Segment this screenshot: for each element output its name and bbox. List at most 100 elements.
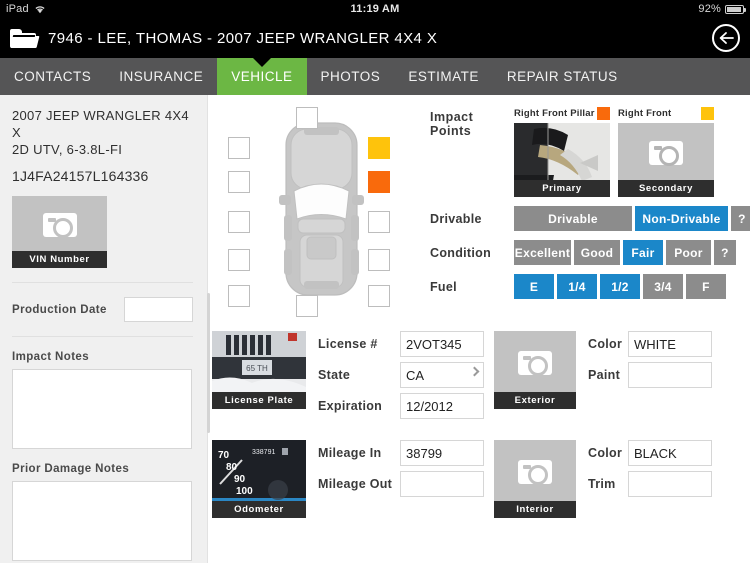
- sidebar-divider-1: [12, 282, 193, 283]
- impact-points-label: Impact Points: [430, 110, 474, 138]
- svg-text:70: 70: [218, 450, 230, 461]
- impact-checkbox-right-center[interactable]: [368, 211, 390, 233]
- fuel-row: Fuel E 1/4 1/2 3/4 F: [430, 274, 750, 299]
- license-field-label: Expiration: [318, 399, 383, 413]
- impact-card-swatch: [701, 107, 714, 120]
- interior-field-input[interactable]: [628, 471, 712, 497]
- impact-card-swatch: [597, 107, 610, 120]
- fuel-option-1-4[interactable]: 1/4: [557, 274, 597, 299]
- fuel-option-3-4[interactable]: 3/4: [643, 274, 683, 299]
- interior-field-row: Color: [588, 440, 712, 466]
- impact-card-caption: Secondary: [618, 180, 714, 197]
- tab-repair-status[interactable]: REPAIR STATUS: [493, 58, 632, 95]
- interior-thumbnail[interactable]: Interior: [494, 440, 576, 518]
- odometer-field-label: Mileage Out: [318, 477, 393, 491]
- impact-card-caption: Primary: [514, 180, 610, 197]
- production-date-label: Production Date: [12, 303, 107, 316]
- vehicle-line-1: 2007 JEEP WRANGLER 4X4 X: [12, 108, 189, 140]
- vehicle-sidebar: 2007 JEEP WRANGLER 4X4 X 2D UTV, 6-3.8L-…: [0, 95, 210, 563]
- fuel-option-e[interactable]: E: [514, 274, 554, 299]
- impact-checkbox-right-front[interactable]: [368, 137, 390, 159]
- impact-checkbox-left-front[interactable]: [228, 137, 250, 159]
- svg-text:338791: 338791: [252, 449, 275, 456]
- fuel-option-1-2[interactable]: 1/2: [600, 274, 640, 299]
- odometer-field-row: Mileage Out: [318, 471, 484, 497]
- impact-checkbox-left-front-pillar[interactable]: [228, 171, 250, 193]
- odometer-block: 708090100 338791 Pan Odometer Mileage In…: [212, 440, 750, 518]
- production-date-input[interactable]: [124, 297, 193, 322]
- drivable-option-[interactable]: ?: [731, 206, 750, 231]
- prior-damage-notes-input[interactable]: [12, 481, 192, 561]
- impact-checkbox-right-front-pillar[interactable]: [368, 171, 390, 193]
- exterior-field-input[interactable]: [628, 362, 712, 388]
- license-field-row: Expiration: [318, 393, 484, 419]
- impact-card-title: Right Front Pillar: [514, 108, 595, 119]
- impact-checkbox-right-rear[interactable]: [368, 285, 390, 307]
- sidebar-divider-2: [12, 336, 193, 337]
- interior-field-input[interactable]: [628, 440, 712, 466]
- impact-checkbox-rear-center[interactable]: [296, 295, 318, 317]
- exterior-fields: Color Paint: [588, 331, 712, 393]
- tab-vehicle[interactable]: VEHICLE: [217, 58, 307, 95]
- impact-card-thumbnail[interactable]: Primary: [514, 123, 610, 197]
- car-top-view-icon: [274, 119, 369, 299]
- exterior-field-input[interactable]: [628, 331, 712, 357]
- license-plate-caption: License Plate: [212, 392, 306, 409]
- odometer-fields: Mileage In Mileage Out: [318, 440, 484, 502]
- tab-photos[interactable]: PHOTOS: [307, 58, 395, 95]
- license-field-input[interactable]: [400, 331, 484, 357]
- exterior-field-label: Paint: [588, 368, 621, 382]
- battery-icon: [725, 4, 746, 14]
- vin-thumb-caption: VIN Number: [12, 251, 107, 268]
- impact-diagram: [226, 105, 426, 317]
- svg-text:90: 90: [234, 474, 246, 485]
- odometer-field-input[interactable]: [400, 471, 484, 497]
- license-field-input[interactable]: [400, 393, 484, 419]
- drivable-segmented-control: Drivable Non-Drivable?: [514, 206, 750, 231]
- vin-number-thumbnail[interactable]: VIN Number: [12, 196, 107, 268]
- interior-field-label: Trim: [588, 477, 616, 491]
- vehicle-description: 2007 JEEP WRANGLER 4X4 X 2D UTV, 6-3.8L-…: [12, 107, 193, 158]
- license-field-row: License #: [318, 331, 484, 357]
- fuel-option-f[interactable]: F: [686, 274, 726, 299]
- interior-fields: Color Trim: [588, 440, 712, 502]
- license-plate-thumbnail[interactable]: 65 TH License Plate: [212, 331, 306, 409]
- impact-checkbox-left-center[interactable]: [228, 211, 250, 233]
- impact-notes-input[interactable]: [12, 369, 192, 449]
- odometer-field-input[interactable]: [400, 440, 484, 466]
- odometer-thumbnail[interactable]: 708090100 338791 Pan Odometer: [212, 440, 306, 518]
- condition-option-poor[interactable]: Poor: [666, 240, 711, 265]
- tab-contacts[interactable]: CONTACTS: [0, 58, 105, 95]
- impact-card-thumbnail[interactable]: Secondary: [618, 123, 714, 197]
- condition-option-fair[interactable]: Fair: [623, 240, 663, 265]
- condition-option-good[interactable]: Good: [574, 240, 620, 265]
- impact-checkbox-left-rear-pillar[interactable]: [228, 249, 250, 271]
- exterior-field-row: Paint: [588, 362, 712, 388]
- license-field-input[interactable]: [400, 362, 484, 388]
- vin-value: 1J4FA24157L164336: [12, 168, 149, 184]
- fuel-label: Fuel: [430, 279, 457, 294]
- impact-notes-label: Impact Notes: [12, 351, 90, 363]
- exterior-thumbnail[interactable]: Exterior: [494, 331, 576, 409]
- impact-checkbox-front-center[interactable]: [296, 107, 318, 129]
- license-field-row: State: [318, 362, 484, 388]
- tab-estimate[interactable]: ESTIMATE: [394, 58, 493, 95]
- condition-option-excellent[interactable]: Excellent: [514, 240, 571, 265]
- license-plate-block: 65 TH License Plate License # State Expira…: [212, 331, 750, 424]
- odometer-field-row: Mileage In: [318, 440, 484, 466]
- impact-checkbox-right-rear-pillar[interactable]: [368, 249, 390, 271]
- condition-option-[interactable]: ?: [714, 240, 736, 265]
- tab-bar: CONTACTS INSURANCE VEHICLE PHOTOS ESTIMATE RE…: [0, 58, 750, 95]
- impact-card-secondary[interactable]: Right Front Secondary: [618, 107, 714, 197]
- condition-segmented-control: Excellent Good Fair Poor?: [514, 240, 736, 265]
- interior-field-row: Trim: [588, 471, 712, 497]
- drivable-option-non-drivable[interactable]: Non-Drivable: [635, 206, 728, 231]
- tab-insurance[interactable]: INSURANCE: [105, 58, 217, 95]
- back-arrow-icon[interactable]: [712, 24, 740, 52]
- drivable-option-drivable[interactable]: Drivable: [514, 206, 632, 231]
- svg-text:100: 100: [236, 486, 253, 497]
- impact-checkbox-left-rear[interactable]: [228, 285, 250, 307]
- battery-percent: 92%: [698, 3, 721, 15]
- detail-blocks: 65 TH License Plate License # State Expira…: [208, 331, 750, 518]
- impact-card-primary[interactable]: Right Front Pillar Primary: [514, 107, 610, 197]
